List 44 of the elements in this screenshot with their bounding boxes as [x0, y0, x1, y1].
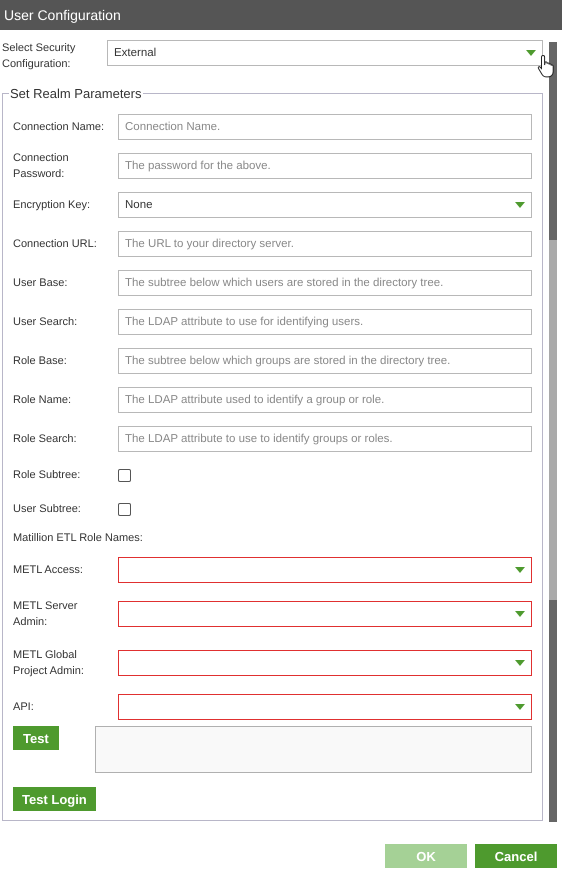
dropdown-select[interactable]: External: [107, 40, 543, 66]
dropdown-select[interactable]: [118, 556, 532, 582]
group-legend: Set Realm Parameters: [9, 86, 142, 101]
field-label: Role Search:: [13, 432, 78, 446]
dropdown-caret-icon: [515, 660, 525, 666]
checkbox[interactable]: [118, 502, 131, 516]
text-input[interactable]: The URL to your directory server.: [118, 230, 532, 256]
field-label: Role Name:: [13, 392, 72, 408]
dropdown-caret-icon: [515, 202, 525, 208]
text-input[interactable]: The subtree below which users are stored in the directory tree.: [118, 270, 532, 296]
dropdown-caret-icon: [515, 566, 525, 572]
test-login-button[interactable]: Test Login: [13, 787, 96, 811]
dropdown-select[interactable]: [118, 650, 532, 676]
field-label: Connection URL:: [13, 236, 98, 252]
dropdown-select[interactable]: [118, 600, 532, 626]
dropdown-caret-icon: [526, 50, 536, 56]
dropdown-caret-icon: [515, 610, 525, 616]
window-title: User Configuration: [4, 7, 121, 23]
field-label: API:: [13, 700, 35, 714]
text-input[interactable]: The subtree below which groups are stored in the directory tree.: [118, 348, 532, 374]
section-label: Matillion ETL Role Names:: [13, 531, 144, 546]
field-label: METL Server Admin:: [13, 598, 78, 630]
text-input[interactable]: The LDAP attribute to use to identify groups or roles.: [118, 426, 532, 452]
field-label: METL Access:: [13, 562, 84, 578]
dialog-button[interactable]: Cancel: [475, 844, 557, 868]
field-label: Role Base:: [13, 354, 68, 368]
text-input[interactable]: Connection Name.: [118, 114, 532, 140]
dropdown-select[interactable]: [118, 694, 532, 720]
field-label: Select Security Configuration:: [2, 41, 76, 72]
field-label: Encryption Key:: [13, 198, 92, 212]
checkbox[interactable]: [118, 468, 131, 482]
field-label: User Subtree:: [13, 502, 82, 517]
field-label: User Base:: [13, 276, 68, 290]
test-button[interactable]: Test: [13, 726, 59, 750]
text-input[interactable]: The LDAP attribute to use for identifying users.: [118, 308, 532, 334]
field-label: METL Global Project Admin:: [13, 648, 85, 678]
text-input[interactable]: The LDAP attribute used to identify a group or role.: [118, 386, 532, 412]
dropdown-caret-icon: [515, 704, 525, 710]
field-label: Role Subtree:: [13, 468, 82, 483]
field-label: User Search:: [13, 314, 78, 330]
dropdown-select[interactable]: None: [118, 192, 532, 218]
field-label: Connection Name:: [13, 120, 106, 134]
text-input[interactable]: The password for the above.: [118, 152, 532, 178]
field-label: Connection Password:: [13, 150, 70, 182]
